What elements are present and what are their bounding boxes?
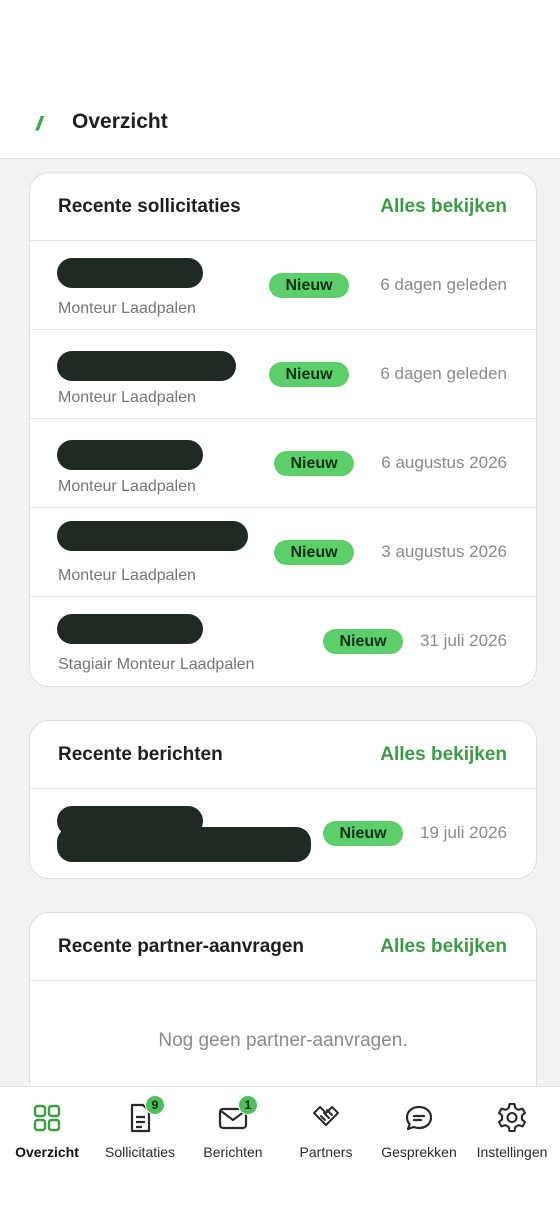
application-date: 3 augustus 2026 [381, 542, 507, 561]
app-screen: // Overzicht Recente sollicitaties Alles… [0, 0, 560, 1217]
redacted-name [57, 351, 236, 381]
status-badge: Nieuw [269, 362, 349, 387]
card-header: Recente berichten Alles bekijken [30, 721, 536, 789]
application-role: Monteur Laadpalen [58, 478, 196, 495]
gear-icon [497, 1102, 527, 1133]
card-title: Recente berichten [58, 743, 223, 765]
grid-icon [33, 1104, 61, 1132]
nav-label: Overzicht [15, 1144, 79, 1160]
application-role: Monteur Laadpalen [58, 300, 196, 317]
notification-count-badge: 9 [145, 1095, 165, 1115]
status-badge: Nieuw [323, 629, 403, 654]
application-date: 6 dagen geleden [380, 275, 507, 294]
nav-label: Gesprekken [381, 1144, 457, 1160]
nav-overzicht[interactable]: Overzicht [1, 1101, 93, 1160]
message-date: 19 juli 2026 [420, 823, 507, 842]
redacted-name [57, 258, 203, 288]
redacted-name [57, 440, 203, 470]
card-title: Recente sollicitaties [58, 195, 241, 217]
application-row[interactable]: Monteur Laadpalen Nieuw 6 augustus 2026 [30, 419, 536, 508]
notification-count-badge: 1 [238, 1095, 258, 1115]
nav-icon-wrap: 9 [123, 1095, 165, 1135]
nav-label: Sollicitaties [104, 1144, 176, 1160]
card-header: Recente partner-aanvragen Alles bekijken [30, 913, 536, 981]
nav-instellingen[interactable]: Instellingen [466, 1101, 558, 1160]
nav-gesprekken[interactable]: Gesprekken [373, 1101, 465, 1160]
nav-icon-wrap [495, 1101, 529, 1135]
nav-label: Berichten [203, 1144, 263, 1160]
status-badge: Nieuw [274, 451, 354, 476]
application-role: Monteur Laadpalen [58, 389, 196, 406]
status-badge: Nieuw [274, 540, 354, 565]
redacted-name [57, 521, 248, 551]
application-row[interactable]: Monteur Laadpalen Nieuw 6 dagen geleden [30, 330, 536, 419]
nav-icon-wrap [30, 1101, 64, 1135]
nav-partners[interactable]: Partners [280, 1101, 372, 1160]
application-role: Stagiair Monteur Laadpalen [58, 656, 255, 673]
view-all-partners-link[interactable]: Alles bekijken [380, 936, 507, 958]
application-row[interactable]: Stagiair Monteur Laadpalen Nieuw 31 juli… [30, 597, 536, 686]
handshake-icon [313, 1106, 339, 1126]
status-badge: Nieuw [269, 273, 349, 298]
nav-sollicitaties[interactable]: 9 Sollicitaties [94, 1095, 186, 1160]
nav-label: Partners [299, 1144, 353, 1160]
chat-icon [405, 1105, 433, 1131]
application-row[interactable]: Monteur Laadpalen Nieuw 6 dagen geleden [30, 241, 536, 330]
card-title: Recente partner-aanvragen [58, 935, 305, 957]
bottom-navigation: Overzicht 9 Sollicitaties 1 Berichten Pa… [0, 1086, 560, 1217]
nav-icon-wrap [309, 1101, 343, 1135]
view-all-applications-link[interactable]: Alles bekijken [380, 196, 507, 218]
redacted-preview [57, 827, 311, 862]
empty-state-text: Nog geen partner-aanvragen. [158, 1030, 408, 1051]
application-date: 31 juli 2026 [420, 631, 507, 650]
view-all-messages-link[interactable]: Alles bekijken [380, 744, 507, 766]
application-row[interactable]: Monteur Laadpalen Nieuw 3 augustus 2026 [30, 508, 536, 597]
application-role: Monteur Laadpalen [58, 567, 196, 584]
nav-icon-wrap [402, 1101, 436, 1135]
redacted-name [57, 614, 203, 644]
recent-messages-card: Recente berichten Alles bekijken Nieuw 1… [29, 720, 537, 879]
page-title: Overzicht [72, 110, 168, 133]
recent-applications-card: Recente sollicitaties Alles bekijken Mon… [29, 172, 537, 687]
nav-icon-wrap: 1 [216, 1095, 258, 1135]
application-date: 6 augustus 2026 [381, 453, 507, 472]
top-header: // Overzicht [0, 0, 560, 159]
card-header: Recente sollicitaties Alles bekijken [30, 173, 536, 241]
application-date: 6 dagen geleden [380, 364, 507, 383]
status-badge: Nieuw [323, 821, 403, 846]
brand-logo-icon: // [36, 114, 42, 135]
recent-partner-requests-card: Recente partner-aanvragen Alles bekijken… [29, 912, 537, 1102]
nav-berichten[interactable]: 1 Berichten [187, 1095, 279, 1160]
message-row[interactable]: Nieuw 19 juli 2026 [30, 789, 536, 878]
nav-label: Instellingen [476, 1144, 548, 1160]
